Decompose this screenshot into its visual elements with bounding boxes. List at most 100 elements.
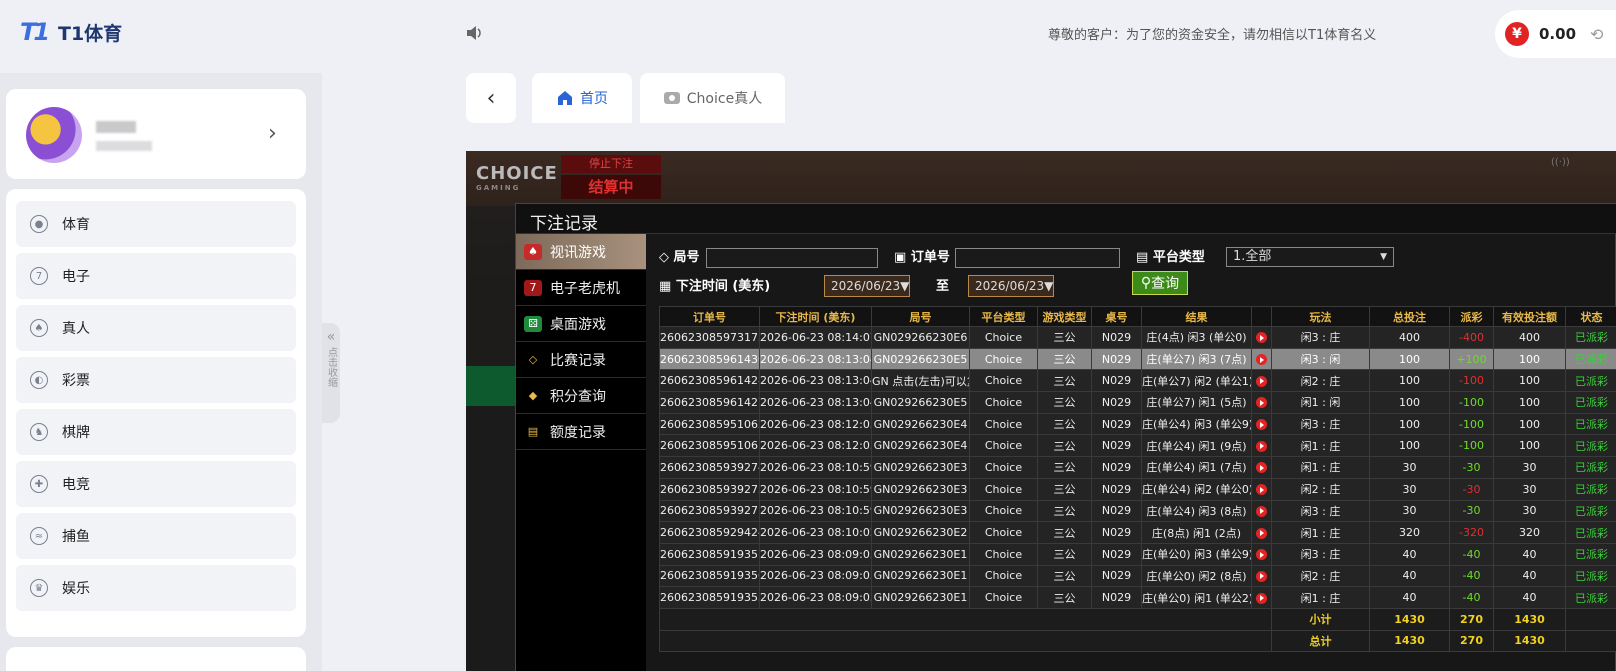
- date-from-picker[interactable]: 2026/06/23▼: [824, 275, 910, 297]
- tab-choice-live[interactable]: Choice真人: [640, 73, 785, 123]
- table-cell[interactable]: GN029266230E1: [871, 586, 970, 609]
- user-card[interactable]: ›: [6, 89, 306, 179]
- table-row[interactable]: 260623085951062 2026-06-23 08:12:03 GN0292…: [659, 412, 1616, 436]
- table-row[interactable]: 260623085961427 2026-06-23 08:13:04 GN0292…: [659, 391, 1616, 414]
- table-cell: 260623085951061: [659, 434, 760, 458]
- logo[interactable]: T1 T1体育: [20, 18, 122, 46]
- table-cell: Choice: [969, 369, 1038, 393]
- table-row[interactable]: 260623085929424 2026-06-23 08:10:02 GN0292…: [659, 521, 1616, 544]
- play-video-icon[interactable]: [1251, 412, 1272, 436]
- play-video-icon[interactable]: [1251, 369, 1272, 393]
- menu-match-records[interactable]: ◇ 比赛记录: [516, 342, 646, 378]
- table-cell: +100: [1449, 347, 1494, 371]
- table-cell: 260623085929424: [659, 521, 760, 544]
- table-cell: 400: [1369, 326, 1450, 349]
- play-video-icon[interactable]: [1251, 586, 1272, 609]
- play-video-icon[interactable]: [1251, 477, 1272, 501]
- platform-label: ▤ 平台类型: [1136, 250, 1205, 265]
- table-cell: 已派彩: [1565, 564, 1616, 588]
- menu-slots[interactable]: 7 电子老虎机: [516, 270, 646, 306]
- sidebar-item-slots[interactable]: 7 电子: [16, 253, 296, 299]
- table-cell: Choice: [969, 477, 1038, 501]
- table-cell: N029: [1091, 412, 1142, 436]
- play-video-icon[interactable]: [1251, 499, 1272, 523]
- table-cell[interactable]: GN029266230E6: [871, 326, 970, 349]
- table-cell: 2026-06-23 08:09:03: [759, 542, 872, 566]
- avatar: [26, 107, 82, 163]
- play-video-icon[interactable]: [1251, 391, 1272, 414]
- table-cell[interactable]: GN029266230E3: [871, 477, 970, 501]
- table-cell: 庄(单公4) 闲1 (9点): [1141, 434, 1252, 458]
- table-row[interactable]: 260623085939274 2026-06-23 08:10:59 GN0292…: [659, 456, 1616, 479]
- date-to-picker[interactable]: 2026/06/23▼: [968, 275, 1054, 297]
- spacer-cell: [1565, 607, 1616, 631]
- query-button[interactable]: ⚲ 查询: [1132, 271, 1188, 295]
- play-video-icon[interactable]: [1251, 347, 1272, 371]
- table-cell: Choice: [969, 391, 1038, 414]
- sidebar-collapse-tab[interactable]: « 点击收缩: [322, 323, 340, 423]
- play-video-icon[interactable]: [1251, 326, 1272, 349]
- play-video-icon[interactable]: [1251, 521, 1272, 544]
- sidebar-item-sports[interactable]: ● 体育: [16, 201, 296, 247]
- table-cell[interactable]: GN029266230E4: [871, 434, 970, 458]
- table-cell: 庄(单公0) 闲1 (单公2): [1141, 586, 1252, 609]
- table-cell: 庄(单公7) 闲2 (单公1): [1141, 369, 1252, 393]
- back-button[interactable]: ‹: [466, 73, 516, 123]
- sidebar-item-entertainment[interactable]: ♛ 娱乐: [16, 565, 296, 611]
- table-row[interactable]: 260623085919356 2026-06-23 08:09:03 GN0292…: [659, 564, 1616, 588]
- table-cell[interactable]: GN 点击(左击)可以复制局号: [871, 369, 970, 393]
- sidebar-item-chess[interactable]: ♞ 棋牌: [16, 409, 296, 455]
- table-cell: 260623085961427: [659, 391, 760, 414]
- speaker-icon[interactable]: [465, 24, 483, 42]
- table-row[interactable]: 260623085961430 2026-06-23 08:13:04 GN0292…: [659, 347, 1616, 371]
- order-input[interactable]: [955, 248, 1120, 268]
- table-cell: 已派彩: [1565, 412, 1616, 436]
- table-row[interactable]: 260623085973175 2026-06-23 08:14:07 GN0292…: [659, 326, 1616, 349]
- table-cell[interactable]: GN029266230E1: [871, 542, 970, 566]
- sidebar-item-esports[interactable]: ✚ 电竞: [16, 461, 296, 507]
- play-video-icon[interactable]: [1251, 542, 1272, 566]
- table-cell: 已派彩: [1565, 369, 1616, 393]
- table-cell[interactable]: GN029266230E2: [871, 521, 970, 544]
- play-video-icon[interactable]: [1251, 434, 1272, 458]
- tab-home[interactable]: 首页: [532, 73, 632, 123]
- menu-points-query[interactable]: ◆ 积分查询: [516, 378, 646, 414]
- table-cell: 320: [1493, 521, 1566, 544]
- play-video-icon[interactable]: [1251, 456, 1272, 479]
- table-cell[interactable]: GN029266230E1: [871, 564, 970, 588]
- table-row[interactable]: 260623085919357 2026-06-23 08:09:03 GN0292…: [659, 542, 1616, 566]
- table-cell[interactable]: GN029266230E3: [871, 499, 970, 523]
- sidebar-item-live[interactable]: ♠ 真人: [16, 305, 296, 351]
- platform-select[interactable]: 1.全部 ▼: [1226, 247, 1394, 267]
- subtotal-bet: 1430: [1369, 607, 1450, 631]
- menu-credit-records[interactable]: ▤ 额度记录: [516, 414, 646, 450]
- play-video-icon[interactable]: [1251, 564, 1272, 588]
- table-row[interactable]: 260623085939273 2026-06-23 08:10:59 GN0292…: [659, 477, 1616, 501]
- table-cell: 庄(8点) 闲1 (2点): [1141, 521, 1252, 544]
- sidebar-item-lottery[interactable]: ◐ 彩票: [16, 357, 296, 403]
- table-cell[interactable]: GN029266230E5: [871, 391, 970, 414]
- spacer-cell: [659, 629, 1272, 653]
- top-bar: T1 T1体育 尊敬的客户：为了您的资金安全，请勿相信以T1体育名义 ¥ 0.0…: [0, 0, 1616, 66]
- table-cell[interactable]: GN029266230E3: [871, 456, 970, 479]
- table-cell[interactable]: GN029266230E5: [871, 347, 970, 371]
- table-cell: 320: [1369, 521, 1450, 544]
- table-cell: -100: [1449, 434, 1494, 458]
- table-cell: 已派彩: [1565, 542, 1616, 566]
- menu-table-games[interactable]: ⚄ 桌面游戏: [516, 306, 646, 342]
- table-cell: 三公: [1037, 542, 1092, 566]
- table-cell: 30: [1369, 456, 1450, 479]
- table-cell: -320: [1449, 521, 1494, 544]
- table-row[interactable]: 260623085939271 2026-06-23 08:10:59 GN0292…: [659, 499, 1616, 523]
- table-cell: 2026-06-23 08:10:59: [759, 499, 872, 523]
- refresh-icon[interactable]: ⟲: [1590, 25, 1603, 44]
- table-row[interactable]: 260623085961428 2026-06-23 08:13:04 GN 点击(…: [659, 369, 1616, 393]
- menu-video-games[interactable]: ♠ 视讯游戏: [516, 234, 646, 270]
- home-icon: [558, 91, 572, 105]
- sidebar-item-fishing[interactable]: ≈ 捕鱼: [16, 513, 296, 559]
- round-input[interactable]: [706, 248, 878, 268]
- table-cell[interactable]: GN029266230E4: [871, 412, 970, 436]
- table-row[interactable]: 260623085919355 2026-06-23 08:09:03 GN0292…: [659, 586, 1616, 609]
- table-cell: 30: [1369, 499, 1450, 523]
- table-row[interactable]: 260623085951061 2026-06-23 08:12:03 GN0292…: [659, 434, 1616, 458]
